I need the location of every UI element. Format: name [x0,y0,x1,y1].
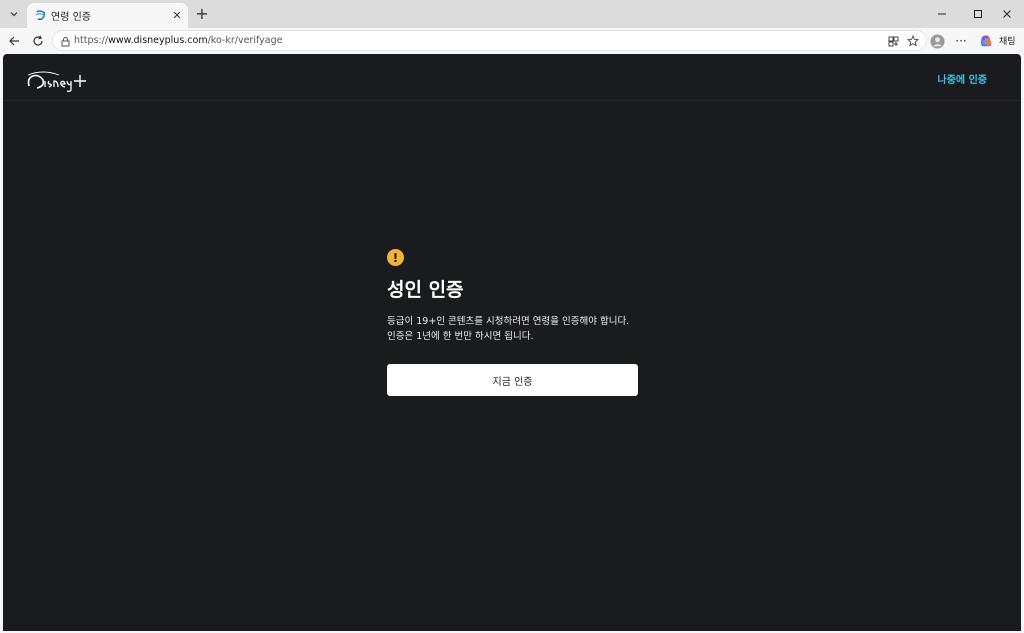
tab-title: 연령 인증 [51,12,91,23]
warning-icon: ! [387,249,404,266]
reload-button[interactable] [28,31,48,51]
verification-description: 등급이 19+인 콘텐츠를 시청하려면 연령을 인증해야 합니다. 인증은 1년… [387,316,630,342]
tab-actions-menu-button[interactable] [4,4,24,24]
arrow-left-icon [9,36,19,46]
back-button[interactable] [4,31,24,51]
new-tab-button[interactable]: + [193,4,211,23]
address-bar[interactable]: https://www.disneyplus.com/ko-kr/verifya… [52,30,927,51]
address-toolbar: https://www.disneyplus.com/ko-kr/verifya… [0,28,1024,53]
web-page: 나중에 인증 ! 성인 인증 등급이 19+인 콘텐츠를 시청하려면 연령을 인… [3,54,1021,631]
close-tab-icon[interactable]: ✕ [170,8,184,22]
profile-avatar-icon [929,33,945,49]
disney-favicon-icon [33,8,47,22]
site-info-icon[interactable] [59,35,71,47]
minimize-icon [938,13,946,15]
url-host: www.disneyplus.com [108,35,208,46]
tab-active[interactable]: 연령 인증 ✕ [27,3,188,28]
url-text: https://www.disneyplus.com/ko-kr/verifya… [74,35,282,46]
close-icon [1003,10,1011,18]
app-available-icon[interactable] [885,33,901,49]
age-verification-panel: ! 성인 인증 등급이 19+인 콘텐츠를 시청하려면 연령을 인증해야 합니다… [387,249,639,396]
site-header: 나중에 인증 [3,54,1021,101]
ellipsis-icon: ··· [955,34,967,48]
browser-window: 연령 인증 ✕ + https://www.disneyplus.com/ko-… [0,0,1024,633]
copilot-icon [980,34,991,46]
url-path: /ko-kr/verifyage [207,35,283,46]
reload-icon [33,35,43,46]
tab-strip: 연령 인증 ✕ + [0,0,1024,28]
more-options-button[interactable]: ··· [951,31,971,51]
maximize-icon [974,10,982,18]
chevron-down-icon [10,12,18,17]
url-scheme: https:// [74,35,109,46]
minimize-button[interactable] [925,0,959,28]
verify-later-link[interactable]: 나중에 인증 [938,71,987,86]
close-window-button[interactable] [990,0,1024,28]
page-title: 성인 인증 [387,279,464,301]
profile-button[interactable] [927,31,947,51]
chat-label[interactable]: 채팅 [999,34,1016,47]
favorite-star-icon[interactable] [905,33,921,49]
disney-plus-logo[interactable] [25,66,89,94]
verify-now-button[interactable]: 지금 인증 [387,364,638,396]
copilot-button[interactable] [976,31,996,51]
